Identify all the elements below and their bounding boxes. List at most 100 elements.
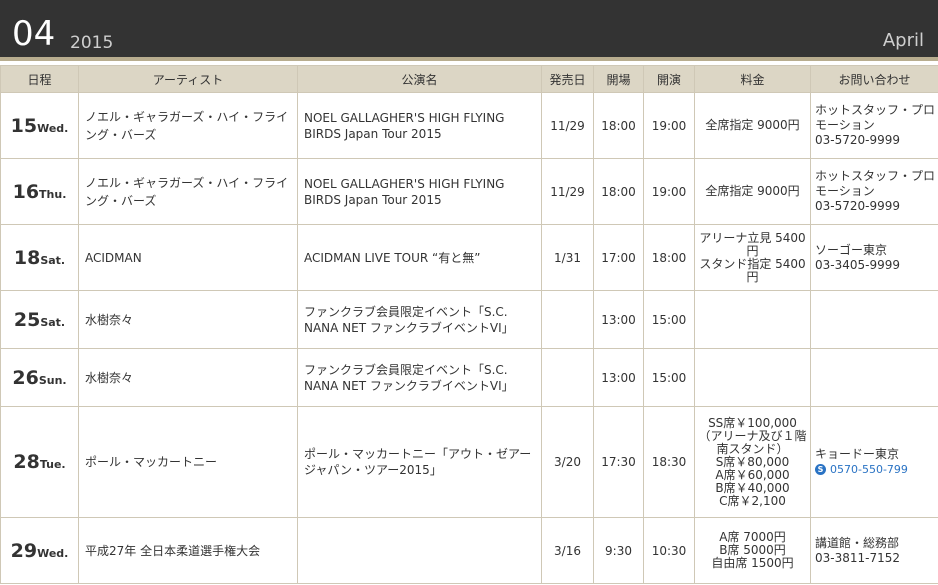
- price-line: 全席指定 9000円: [705, 118, 800, 132]
- col-header-artist: アーティスト: [78, 65, 298, 93]
- header-month-name: April: [882, 30, 924, 51]
- start-time-cell: 19:00: [643, 92, 695, 159]
- title-cell: NOEL GALLAGHER'S HIGH FLYING BIRDS Japan…: [297, 158, 542, 225]
- col-header-start: 開演: [643, 65, 695, 93]
- sale-date-cell: [541, 348, 594, 407]
- date-cell: 18Sat.: [0, 224, 79, 291]
- start-time-cell: 15:00: [643, 348, 695, 407]
- price-line: SS席￥100,000: [708, 415, 797, 430]
- price-line: B席￥40,000: [715, 480, 790, 495]
- sale-date-cell: 1/31: [541, 224, 594, 291]
- schedule-table: 日程 アーティスト 公演名 発売日 開場 開演 料金 お問い合わせ 15Wed.…: [0, 65, 938, 584]
- price-line: スタンド指定 5400円: [699, 256, 806, 284]
- day-number: 18: [13, 246, 41, 269]
- weekday: Wed.: [37, 546, 69, 560]
- weekday: Wed.: [37, 121, 69, 135]
- price-cell: A席 7000円 B席 5000円 自由席 1500円: [694, 517, 811, 584]
- artist-cell: ノエル・ギャラガーズ・ハイ・フライング・バーズ: [78, 92, 298, 159]
- weekday: Sat.: [40, 253, 66, 267]
- skype-icon: S: [815, 464, 826, 475]
- price-line: A席￥60,000: [715, 467, 790, 482]
- day-number: 29: [10, 539, 38, 562]
- artist-cell: ノエル・ギャラガーズ・ハイ・フライング・バーズ: [78, 158, 298, 225]
- price-line: （アリーナ及び１階南スタンド）: [698, 428, 807, 456]
- weekday: Sat.: [40, 315, 66, 329]
- artist-cell: ACIDMAN: [78, 224, 298, 291]
- price-line: 自由席 1500円: [711, 556, 794, 570]
- date-cell: 29Wed.: [0, 517, 79, 584]
- table-row: 16Thu. ノエル・ギャラガーズ・ハイ・フライング・バーズ NOEL GALL…: [0, 158, 938, 225]
- sale-date-cell: 11/29: [541, 92, 594, 159]
- title-cell: ファンクラブ会員限定イベント「S.C. NANA NET ファンクラブイベントV…: [297, 290, 542, 349]
- sale-date-cell: 3/20: [541, 406, 594, 518]
- col-header-date: 日程: [0, 65, 79, 93]
- open-time-cell: 17:30: [593, 406, 644, 518]
- open-time-cell: 13:00: [593, 348, 644, 407]
- weekday: Sun.: [38, 373, 67, 387]
- day-number: 25: [13, 308, 41, 331]
- artist-cell: 水樹奈々: [78, 348, 298, 407]
- start-time-cell: 19:00: [643, 158, 695, 225]
- date-cell: 28Tue.: [0, 406, 79, 518]
- open-time-cell: 17:00: [593, 224, 644, 291]
- col-header-sale-date: 発売日: [541, 65, 594, 93]
- contact-cell: ソーゴー東京 03-3405-9999: [810, 224, 938, 291]
- table-row: 29Wed. 平成27年 全日本柔道選手権大会 3/16 9:30 10:30 …: [0, 517, 938, 584]
- open-time-cell: 13:00: [593, 290, 644, 349]
- table-row: 28Tue. ポール・マッカートニー ポール・マッカートニー「アウト・ゼアー ジ…: [0, 406, 938, 518]
- contact-link-text[interactable]: 0570-550-799: [830, 462, 908, 477]
- artist-cell: ポール・マッカートニー: [78, 406, 298, 518]
- header-month-number: 04: [12, 14, 56, 54]
- col-header-price: 料金: [694, 65, 811, 93]
- contact-phone: 03-5720-9999: [815, 199, 901, 213]
- contact-cell: 講道館・総務部 03-3811-7152: [810, 517, 938, 584]
- price-cell: [694, 348, 811, 407]
- weekday: Tue.: [39, 458, 66, 471]
- table-row: 26Sun. 水樹奈々 ファンクラブ会員限定イベント「S.C. NANA NET…: [0, 348, 938, 407]
- contact-cell: [810, 348, 938, 407]
- price-cell: 全席指定 9000円: [694, 92, 811, 159]
- col-header-contact: お問い合わせ: [810, 65, 938, 93]
- title-cell: NOEL GALLAGHER'S HIGH FLYING BIRDS Japan…: [297, 92, 542, 159]
- contact-name: キョードー東京: [815, 447, 900, 461]
- price-line: C席￥2,100: [719, 493, 786, 508]
- contact-name: ホットスタッフ・プロモーション: [815, 103, 936, 132]
- start-time-cell: 18:30: [643, 406, 695, 518]
- title-cell: ファンクラブ会員限定イベント「S.C. NANA NET ファンクラブイベントV…: [297, 348, 542, 407]
- start-time-cell: 15:00: [643, 290, 695, 349]
- contact-phone-link[interactable]: S 0570-550-799: [815, 462, 938, 477]
- contact-cell: ホットスタッフ・プロモーション 03-5720-9999: [810, 92, 938, 159]
- price-cell: SS席￥100,000 （アリーナ及び１階南スタンド） S席￥80,000 A席…: [694, 406, 811, 518]
- contact-name: 講道館・総務部: [815, 535, 900, 550]
- price-cell: 全席指定 9000円: [694, 158, 811, 225]
- start-time-cell: 10:30: [643, 517, 695, 584]
- contact-phone: 03-3405-9999: [815, 257, 901, 272]
- date-cell: 26Sun.: [0, 348, 79, 407]
- date-cell: 16Thu.: [0, 158, 79, 225]
- col-header-title: 公演名: [297, 65, 542, 93]
- table-row: 15Wed. ノエル・ギャラガーズ・ハイ・フライング・バーズ NOEL GALL…: [0, 92, 938, 159]
- artist-cell: 平成27年 全日本柔道選手権大会: [78, 517, 298, 584]
- contact-phone: 03-5720-9999: [815, 133, 901, 147]
- sale-date-cell: [541, 290, 594, 349]
- table-header-row: 日程 アーティスト 公演名 発売日 開場 開演 料金 お問い合わせ: [0, 65, 938, 93]
- weekday: Thu.: [39, 187, 67, 201]
- day-number: 15: [10, 114, 38, 137]
- day-number: 16: [12, 180, 40, 203]
- header-year: 2015: [70, 33, 114, 53]
- contact-cell: [810, 290, 938, 349]
- col-header-door-open: 開場: [593, 65, 644, 93]
- price-line: アリーナ立見 5400円: [699, 230, 806, 258]
- start-time-cell: 18:00: [643, 224, 695, 291]
- price-line: 全席指定 9000円: [705, 184, 800, 198]
- sale-date-cell: 3/16: [541, 517, 594, 584]
- date-cell: 15Wed.: [0, 92, 79, 159]
- price-cell: アリーナ立見 5400円 スタンド指定 5400円: [694, 224, 811, 291]
- table-row: 25Sat. 水樹奈々 ファンクラブ会員限定イベント「S.C. NANA NET…: [0, 290, 938, 349]
- artist-cell: 水樹奈々: [78, 290, 298, 349]
- open-time-cell: 18:00: [593, 92, 644, 159]
- price-cell: [694, 290, 811, 349]
- contact-name: ホットスタッフ・プロモーション: [815, 169, 936, 198]
- day-number: 26: [12, 366, 39, 389]
- price-line: S席￥80,000: [715, 454, 790, 469]
